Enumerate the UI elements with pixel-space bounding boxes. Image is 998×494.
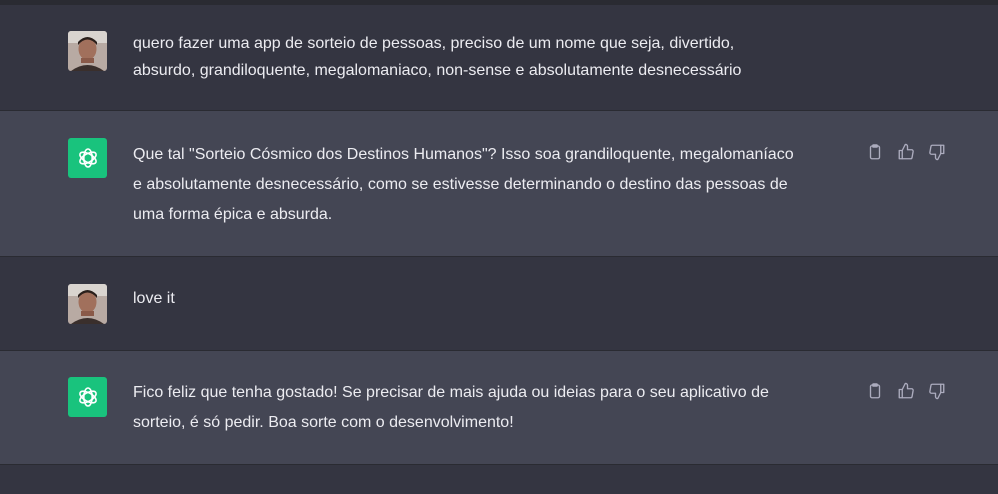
thumbs-up-icon <box>898 382 914 398</box>
message-line: quero fazer uma app de sorteio de pessoa… <box>133 35 735 52</box>
message-assistant-1: Que tal "Sorteio Cósmico dos Destinos Hu… <box>0 111 998 257</box>
message-actions <box>864 141 947 162</box>
message-line: Fico feliz que tenha gostado! Se precisa… <box>133 384 769 401</box>
copy-icon <box>869 143 880 159</box>
openai-logo-icon <box>78 387 97 407</box>
message-line: uma forma épica e absurda. <box>133 206 333 223</box>
chatgpt-avatar <box>68 138 107 178</box>
message-text: quero fazer uma app de sorteio de pessoa… <box>133 30 855 84</box>
thumbs-down-icon <box>928 144 944 160</box>
message-line: Que tal "Sorteio Cósmico dos Destinos Hu… <box>133 146 794 163</box>
thumbs-down-icon <box>928 383 944 399</box>
message-line: absurdo, grandiloquente, megalomaniaco, … <box>133 62 742 79</box>
user-photo <box>68 284 107 324</box>
message-text: Que tal "Sorteio Cósmico dos Destinos Hu… <box>133 140 855 230</box>
openai-logo-icon <box>78 148 97 168</box>
message-assistant-2: Fico feliz que tenha gostado! Se precisa… <box>0 351 998 465</box>
message-user-1: quero fazer uma app de sorteio de pessoa… <box>0 5 998 111</box>
thumbs-up-button[interactable] <box>895 141 916 162</box>
message-text: Fico feliz que tenha gostado! Se precisa… <box>133 378 855 438</box>
message-line: love it <box>133 290 175 307</box>
user-photo <box>68 31 107 71</box>
message-line: e absolutamente desnecessário, como se e… <box>133 176 788 193</box>
copy-icon <box>869 382 880 398</box>
thumbs-down-button[interactable] <box>926 380 947 401</box>
message-text: love it <box>133 284 855 314</box>
message-actions <box>864 380 947 401</box>
message-user-2: love it <box>0 257 998 351</box>
user-avatar <box>68 31 107 71</box>
user-avatar <box>68 284 107 324</box>
thumbs-down-button[interactable] <box>926 141 947 162</box>
thumbs-up-button[interactable] <box>895 380 916 401</box>
copy-button[interactable] <box>864 380 885 401</box>
message-line: sorteio, é só pedir. Boa sorte com o des… <box>133 414 514 431</box>
copy-button[interactable] <box>864 141 885 162</box>
chatgpt-avatar <box>68 377 107 417</box>
thumbs-up-icon <box>898 143 914 159</box>
